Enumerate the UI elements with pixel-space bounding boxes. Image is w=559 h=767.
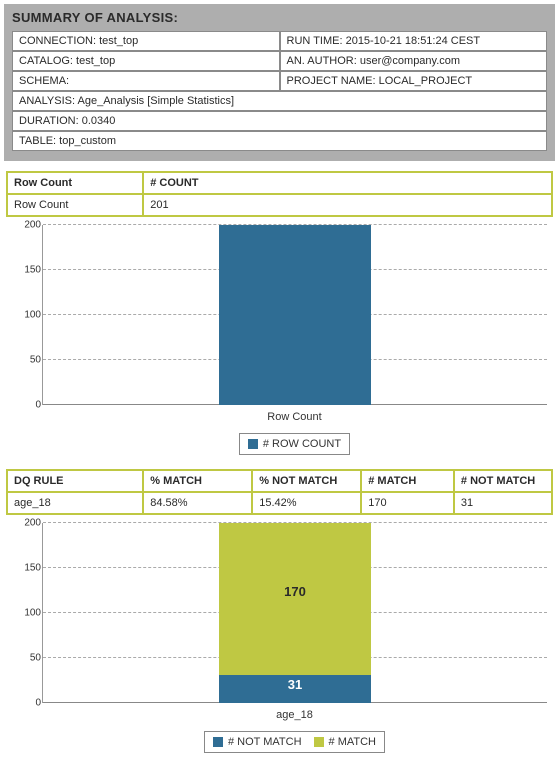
project-label: PROJECT NAME:: [287, 75, 379, 87]
author-value: user@company.com: [360, 55, 460, 67]
chart2-tick-50: 50: [11, 653, 41, 664]
chart1-legend-item: # ROW COUNT: [248, 438, 341, 450]
dqrule-table: DQ RULE % MATCH % NOT MATCH # MATCH # NO…: [6, 469, 553, 515]
chart1-xlabel: Row Count: [36, 411, 553, 423]
chart2-tick-150: 150: [11, 563, 41, 574]
analysis-value: Age_Analysis [Simple Statistics]: [78, 95, 235, 107]
duration-cell: DURATION: 0.0340: [12, 111, 547, 131]
chart2-bar: 170 31: [219, 523, 370, 703]
rowcount-cell-1: 201: [143, 194, 552, 216]
chart2-notmatch-label: 31: [219, 677, 370, 692]
dqrule-head: DQ RULE % MATCH % NOT MATCH # MATCH # NO…: [7, 470, 552, 492]
summary-title: SUMMARY OF ANALYSIS:: [12, 10, 547, 25]
connection-cell: CONNECTION: test_top: [12, 31, 280, 51]
chart-rowcount: 200 150 100 50 0 Row Count # ROW COUNT: [36, 225, 553, 455]
chart2-legend-not: # NOT MATCH: [213, 736, 302, 748]
table-cell: TABLE: top_custom: [12, 131, 547, 151]
chart2-legend-not-text: # NOT MATCH: [228, 736, 302, 748]
dq-head-2: % NOT MATCH: [252, 470, 361, 492]
project-cell: PROJECT NAME: LOCAL_PROJECT: [280, 71, 548, 91]
chart2-yaxis: 200 150 100 50 0: [11, 523, 41, 703]
catalog-cell: CATALOG: test_top: [12, 51, 280, 71]
dq-cell-1: 84.58%: [143, 492, 252, 514]
chart1-tick-200: 200: [11, 220, 41, 231]
chart2-match-bar: 170: [219, 523, 370, 675]
runtime-cell: RUN TIME: 2015-10-21 18:51:24 CEST: [280, 31, 548, 51]
summary-grid: CONNECTION: test_top RUN TIME: 2015-10-2…: [12, 31, 547, 151]
chart2-legend-match-text: # MATCH: [329, 736, 376, 748]
rowcount-head-0: Row Count: [7, 172, 143, 194]
chart1-bar-fill: [219, 225, 370, 405]
chart2-legend-match: # MATCH: [314, 736, 376, 748]
chart2-match-label: 170: [219, 584, 370, 599]
chart1-tick-100: 100: [11, 310, 41, 321]
rowcount-row: Row Count 201: [7, 194, 552, 216]
duration-label: DURATION:: [19, 115, 82, 127]
legend-swatch-olive: [314, 737, 324, 747]
table-value: top_custom: [59, 135, 116, 147]
author-cell: AN. AUTHOR: user@company.com: [280, 51, 548, 71]
chart2-plot: 200 150 100 50 0 170 31: [42, 523, 547, 703]
chart-dqrule: 200 150 100 50 0 170 31 age_18 # NOT MAT…: [36, 523, 553, 753]
summary-panel: SUMMARY OF ANALYSIS: CONNECTION: test_to…: [4, 4, 555, 161]
chart1-legend-text: # ROW COUNT: [263, 438, 341, 450]
rowcount-head-1: # COUNT: [143, 172, 552, 194]
author-label: AN. AUTHOR:: [287, 55, 360, 67]
dq-cell-3: 170: [361, 492, 454, 514]
legend-swatch-blue: [213, 737, 223, 747]
chart2-tick-100: 100: [11, 608, 41, 619]
chart2-tick-200: 200: [11, 518, 41, 529]
rowcount-head: Row Count # COUNT: [7, 172, 552, 194]
connection-label: CONNECTION:: [19, 35, 99, 47]
chart1-bar: [219, 225, 370, 405]
dq-cell-4: 31: [454, 492, 552, 514]
catalog-label: CATALOG:: [19, 55, 76, 67]
analysis-label: ANALYSIS:: [19, 95, 78, 107]
rowcount-table: Row Count # COUNT Row Count 201: [6, 171, 553, 217]
chart1-tick-50: 50: [11, 355, 41, 366]
chart2-legend: # NOT MATCH # MATCH: [204, 731, 385, 753]
dq-head-3: # MATCH: [361, 470, 454, 492]
dq-head-4: # NOT MATCH: [454, 470, 552, 492]
rowcount-cell-0: Row Count: [7, 194, 143, 216]
chart1-tick-150: 150: [11, 265, 41, 276]
table-label: TABLE:: [19, 135, 59, 147]
schema-label: SCHEMA:: [19, 75, 69, 87]
analysis-cell: ANALYSIS: Age_Analysis [Simple Statistic…: [12, 91, 547, 111]
connection-value: test_top: [99, 35, 138, 47]
dq-cell-0: age_18: [7, 492, 143, 514]
dq-head-1: % MATCH: [143, 470, 252, 492]
chart1-tick-0: 0: [11, 400, 41, 411]
catalog-value: test_top: [76, 55, 115, 67]
chart2-tick-0: 0: [11, 698, 41, 709]
chart1-yaxis: 200 150 100 50 0: [11, 225, 41, 405]
dq-cell-2: 15.42%: [252, 492, 361, 514]
legend-swatch-blue: [248, 439, 258, 449]
duration-value: 0.0340: [82, 115, 116, 127]
schema-cell: SCHEMA:: [12, 71, 280, 91]
chart1-plot: 200 150 100 50 0: [42, 225, 547, 405]
project-value: LOCAL_PROJECT: [379, 75, 473, 87]
dqrule-row: age_18 84.58% 15.42% 170 31: [7, 492, 552, 514]
chart1-legend: # ROW COUNT: [239, 433, 350, 455]
dq-head-0: DQ RULE: [7, 470, 143, 492]
chart2-notmatch-bar: 31: [219, 675, 370, 703]
runtime-label: RUN TIME:: [287, 35, 346, 47]
chart2-xlabel: age_18: [36, 709, 553, 721]
runtime-value: 2015-10-21 18:51:24 CEST: [346, 35, 481, 47]
